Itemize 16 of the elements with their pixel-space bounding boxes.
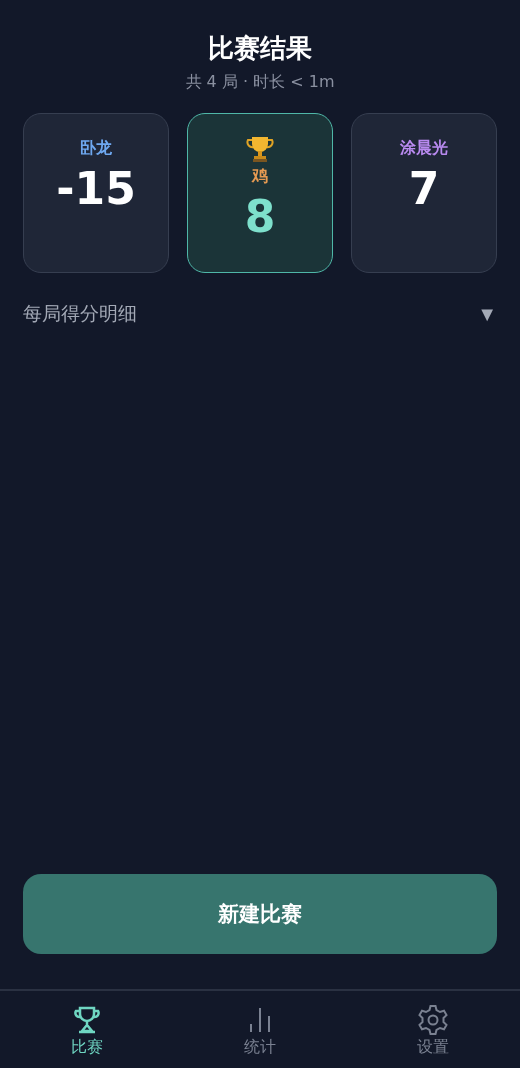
nav-tab[interactable]: 统计 xyxy=(173,991,347,1068)
nav-tab[interactable]: 比赛 xyxy=(0,991,174,1068)
expand-toggle[interactable]: ▼ xyxy=(477,302,497,326)
new-game-button[interactable]: 新建比赛 xyxy=(23,874,497,954)
trophy-icon xyxy=(245,134,275,164)
section-label: 每局得分明细 xyxy=(23,301,137,326)
settings-icon xyxy=(417,1003,450,1035)
page-title: 比赛结果 xyxy=(208,32,312,65)
match-summary: 共 4 局 · 时长 < 1m xyxy=(185,72,335,93)
player-name: 涂晨光 xyxy=(400,137,448,159)
player-score: -15 xyxy=(56,164,136,214)
player-score: 8 xyxy=(244,192,276,242)
player-name: 鸡 xyxy=(252,165,268,187)
player-score: 7 xyxy=(408,164,440,214)
nav-tab[interactable]: 设置 xyxy=(346,991,520,1068)
player-name: 卧龙 xyxy=(80,137,112,159)
